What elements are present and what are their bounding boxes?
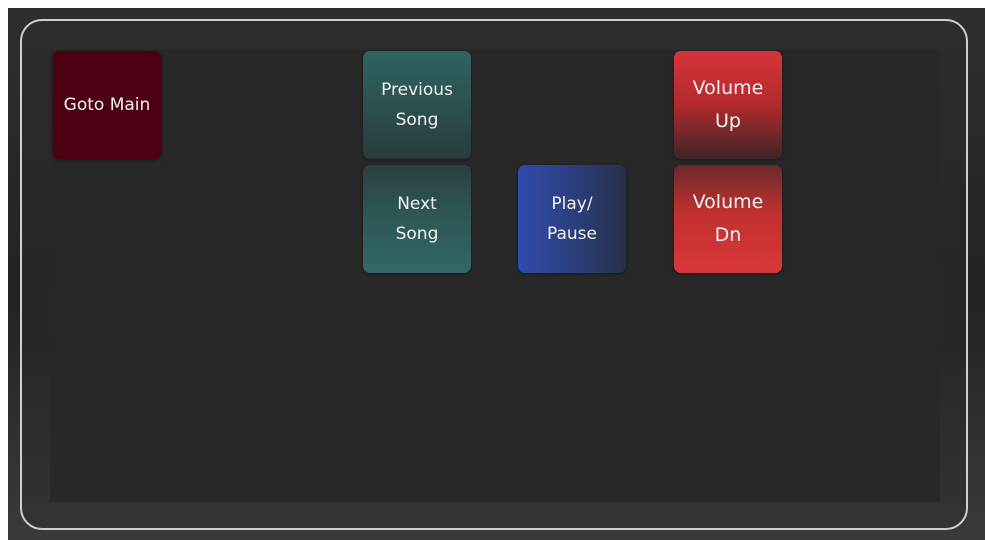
play-pause-label: Play/ Pause — [547, 194, 597, 244]
next-song-label: Next Song — [395, 194, 439, 244]
panel-screen — [50, 50, 940, 502]
previous-song-button[interactable]: Previous Song — [363, 51, 471, 159]
volume-up-label: Volume Up — [692, 77, 764, 132]
play-pause-button[interactable]: Play/ Pause — [518, 165, 626, 273]
goto-main-label: Goto Main — [63, 95, 151, 115]
next-song-button[interactable]: Next Song — [363, 165, 471, 273]
volume-down-button[interactable]: Volume Dn — [674, 165, 782, 273]
goto-main-button[interactable]: Goto Main — [53, 51, 161, 159]
volume-up-button[interactable]: Volume Up — [674, 51, 782, 159]
previous-song-label: Previous Song — [381, 80, 453, 130]
volume-down-label: Volume Dn — [692, 191, 764, 246]
